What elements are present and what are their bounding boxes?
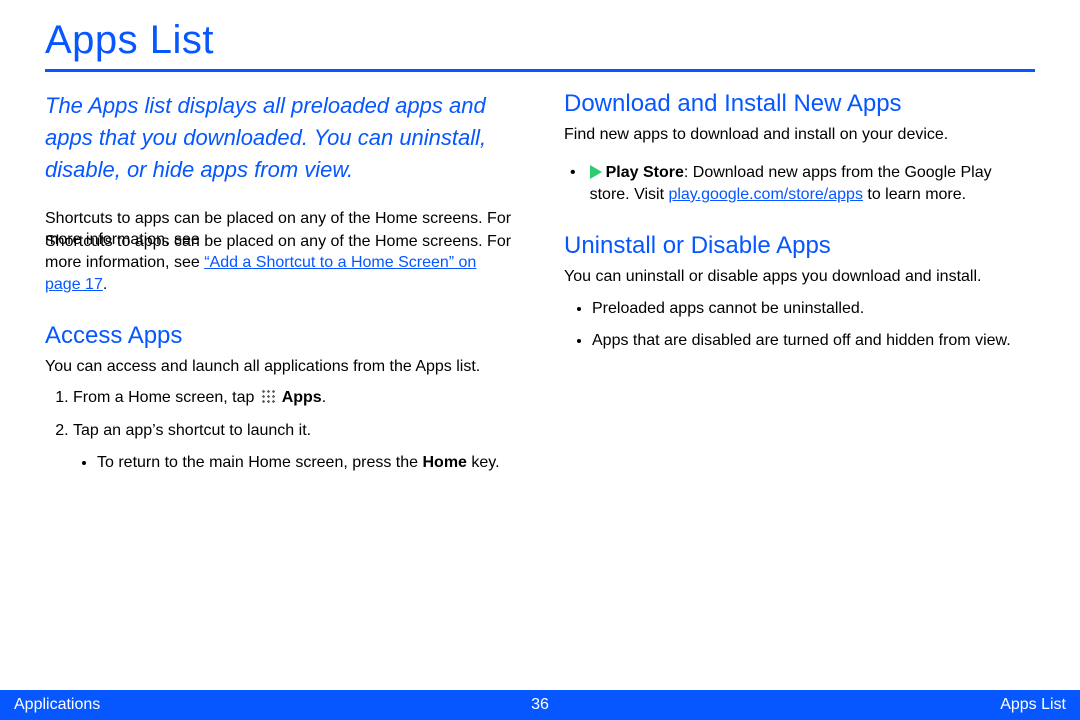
step2-sub-home: Home [422,454,466,471]
playstore-label: Play Store [606,164,684,181]
bullet-dot: • [570,162,576,184]
uninstall-intro: You can uninstall or disable apps you do… [564,266,1035,288]
step2-text: Tap an app’s shortcut to launch it. [73,422,311,439]
uninstall-bullets: Preloaded apps cannot be uninstalled. Ap… [564,298,1035,353]
step1-text-c: . [322,389,326,406]
playstore-bullet: • Play Store: Download new apps from the… [564,162,1035,207]
access-step-2: Tap an app’s shortcut to launch it. To r… [73,420,516,475]
right-column: Download and Install New Apps Find new a… [564,90,1035,474]
step2-sub-c: key. [467,454,500,471]
download-intro: Find new apps to download and install on… [564,124,1035,146]
two-column-layout: The Apps list displays all preloaded app… [45,90,1035,474]
step1-apps-label: Apps [278,389,322,406]
uninstall-heading: Uninstall or Disable Apps [564,232,1035,260]
download-heading: Download and Install New Apps [564,90,1035,118]
uninstall-bullet-1: Preloaded apps cannot be uninstalled. [592,298,1035,320]
footer-topic: Apps List [1000,696,1066,714]
page-footer: Applications 36 Apps List [0,690,1080,720]
left-column: The Apps list displays all preloaded app… [45,90,516,474]
footer-page-number: 36 [531,696,549,714]
access-steps-list: From a Home screen, tap Apps. Tap an app… [45,387,516,474]
uninstall-bullet-2: Apps that are disabled are turned off an… [592,330,1035,352]
playstore-content: Play Store: Download new apps from the G… [590,162,1035,207]
title-rule [45,69,1035,72]
play-store-icon [590,165,602,179]
playstore-link[interactable]: play.google.com/store/apps [668,186,862,203]
step2-sublist: To return to the main Home screen, press… [73,452,516,474]
manual-page: Apps List The Apps list displays all pre… [0,0,1080,720]
page-title: Apps List [45,18,1035,63]
playstore-text-b: to learn more. [863,186,966,203]
step2-sub-item: To return to the main Home screen, press… [97,452,516,474]
step1-text-a: From a Home screen, tap [73,389,259,406]
step2-sub-a: To return to the main Home screen, press… [97,454,422,471]
shortcuts-text-b: . [103,276,107,293]
access-step-1: From a Home screen, tap Apps. [73,387,516,409]
shortcuts-paragraph-full: Shortcuts to apps can be placed on any o… [45,231,516,296]
footer-section: Applications [14,696,100,714]
access-apps-heading: Access Apps [45,322,516,350]
intro-paragraph: The Apps list displays all preloaded app… [45,90,516,186]
access-apps-intro: You can access and launch all applicatio… [45,356,516,378]
apps-grid-icon [261,389,276,404]
